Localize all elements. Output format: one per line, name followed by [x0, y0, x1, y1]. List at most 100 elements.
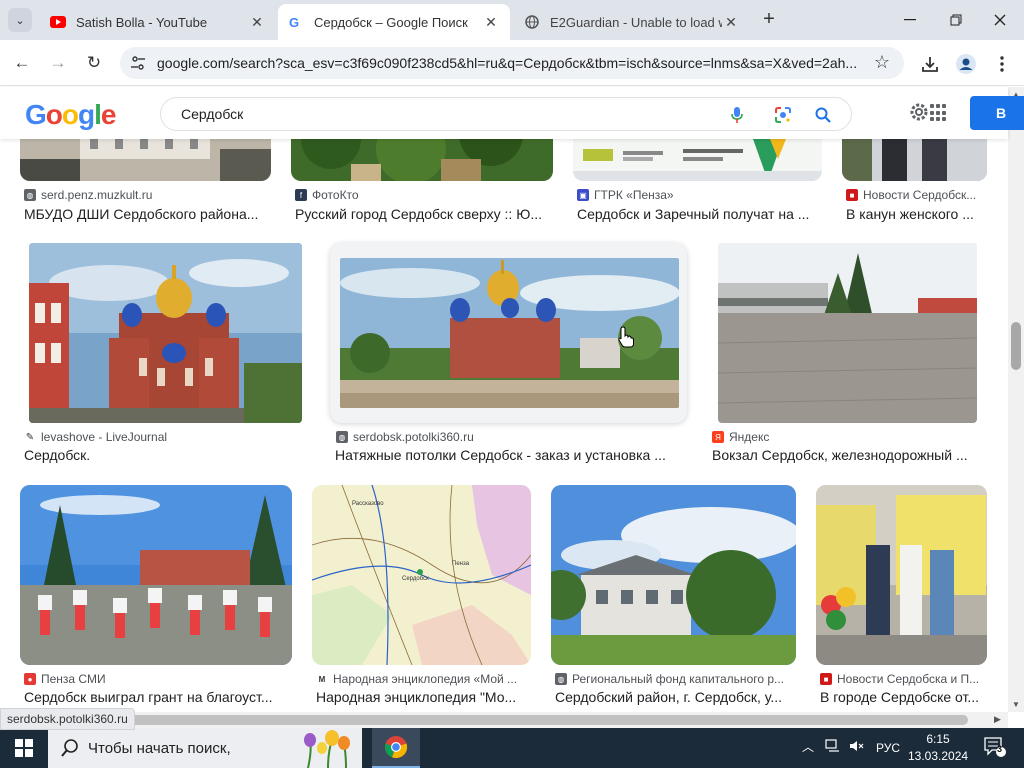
minimize-button[interactable]	[890, 6, 930, 34]
browser-menu-icon[interactable]	[991, 53, 1013, 75]
clock-time: 6:15	[926, 732, 950, 746]
taskbar-clock[interactable]: 6:15 13.03.2024	[908, 731, 968, 765]
svg-text:Сердобск: Сердобск	[402, 576, 429, 582]
tab-youtube[interactable]: Satish Bolla - YouTube ✕	[40, 4, 276, 40]
sign-in-button[interactable]: В	[970, 96, 1024, 130]
notification-center-icon[interactable]: 3	[984, 737, 1006, 760]
search-icon	[60, 738, 80, 758]
forward-button[interactable]: →	[45, 50, 71, 76]
result-title[interactable]: Сердобский район, г. Сердобск, у...	[555, 689, 798, 705]
result-title[interactable]: Вокзал Сердобск, железнодорожный ...	[712, 447, 987, 463]
result-source[interactable]: ■ Новости Сердобск...	[846, 188, 986, 202]
globe-icon: ◍	[24, 189, 36, 201]
google-header: Google Сердобск В	[0, 87, 1024, 139]
settings-gear-icon[interactable]	[908, 101, 930, 123]
encyclopedia-icon: M	[316, 673, 328, 685]
result-image[interactable]	[20, 139, 271, 181]
result-image[interactable]	[29, 243, 302, 423]
tab-search-button[interactable]: ⌄	[8, 8, 32, 32]
restore-button[interactable]	[936, 6, 976, 34]
result-source[interactable]: ✎ levashove - LiveJournal	[24, 430, 304, 444]
result-title[interactable]: В городе Сердобске от...	[820, 689, 985, 705]
news-icon: ■	[846, 189, 858, 201]
result-title[interactable]: В канун женского ...	[846, 206, 986, 222]
result-image[interactable]	[842, 139, 987, 181]
close-tab-icon[interactable]: ✕	[248, 14, 266, 31]
result-source[interactable]: ● Пенза СМИ	[24, 672, 294, 686]
reload-button[interactable]: ↻	[81, 50, 107, 76]
close-window-button[interactable]	[980, 6, 1020, 34]
lens-icon[interactable]	[773, 105, 793, 125]
result-image[interactable]	[551, 485, 796, 665]
browser-toolbar: ← → ↻ google.com/search?sca_esv=c3f69c09…	[0, 40, 1024, 86]
gtrk-icon: ▣	[577, 189, 589, 201]
vertical-scrollbar[interactable]: ▲ ▼	[1008, 87, 1024, 712]
result-source[interactable]: ◍ serd.penz.muzkult.ru	[24, 188, 274, 202]
notification-count: 3	[997, 744, 1003, 754]
tab-title: Сердобск – Google Поиск	[314, 14, 468, 30]
result-title[interactable]: Народная энциклопедия "Мо...	[316, 689, 536, 705]
svg-text:Рассказово: Рассказово	[352, 501, 384, 507]
google-apps-icon[interactable]	[930, 104, 948, 122]
result-image[interactable]	[718, 243, 977, 423]
tray-overflow-chevron-icon[interactable]: ︿	[802, 738, 814, 755]
yandex-icon: Я	[712, 431, 724, 443]
taskbar-search-box[interactable]: Чтобы начать поиск,	[48, 728, 362, 768]
profile-icon[interactable]	[955, 53, 977, 75]
url-text[interactable]: google.com/search?sca_esv=c3f69c090f238c…	[157, 55, 857, 71]
youtube-icon	[50, 14, 66, 30]
bookmark-star-icon[interactable]: ☆	[874, 52, 890, 73]
back-button[interactable]: ←	[9, 50, 35, 76]
search-box[interactable]: Сердобск	[160, 97, 852, 131]
address-bar[interactable]: google.com/search?sca_esv=c3f69c090f238c…	[120, 47, 904, 79]
result-source[interactable]: Я Яндекс	[712, 430, 982, 444]
voice-search-icon[interactable]	[727, 105, 747, 125]
google-icon: G	[288, 14, 304, 30]
status-bubble: serdobsk.potolki360.ru	[0, 708, 135, 730]
result-source[interactable]: ◍ Региональный фонд капитального р...	[555, 672, 798, 686]
result-image[interactable]	[573, 139, 822, 181]
download-icon[interactable]	[919, 53, 941, 75]
search-icon[interactable]	[813, 105, 833, 125]
new-tab-button[interactable]: +	[758, 8, 780, 30]
clock-date: 13.03.2024	[908, 749, 969, 763]
svg-text:G: G	[289, 15, 299, 29]
search-query[interactable]: Сердобск	[181, 106, 243, 122]
news-icon: ■	[820, 673, 832, 685]
close-tab-icon[interactable]: ✕	[482, 14, 500, 31]
volume-muted-icon[interactable]	[849, 739, 865, 756]
result-title[interactable]: Русский город Сердобск сверху :: Ю...	[295, 206, 553, 222]
language-indicator[interactable]: РУС	[876, 741, 900, 755]
tulips-decoration-icon	[304, 730, 350, 768]
horizontal-scrollbar[interactable]: ▶	[0, 712, 1008, 728]
result-source[interactable]: ◍ serdobsk.potolki360.ru	[336, 430, 681, 444]
result-source[interactable]: ■ Новости Сердобска и П...	[820, 672, 985, 686]
network-icon[interactable]	[825, 739, 841, 756]
chrome-taskbar-icon[interactable]	[372, 728, 420, 768]
tab-e2guardian[interactable]: E2Guardian - Unable to load we ✕	[514, 4, 750, 40]
hand-cursor-icon	[618, 326, 634, 348]
tab-title: E2Guardian - Unable to load we	[550, 14, 722, 30]
vertical-scroll-thumb[interactable]	[1011, 322, 1021, 370]
result-image[interactable]	[291, 139, 553, 181]
close-tab-icon[interactable]: ✕	[722, 14, 740, 31]
result-image[interactable]	[816, 485, 987, 665]
penza-smi-icon: ●	[24, 673, 36, 685]
result-title[interactable]: МБУДО ДШИ Сердобского района...	[24, 206, 274, 222]
result-title[interactable]: Натяжные потолки Сердобск - заказ и уста…	[335, 447, 685, 463]
result-source[interactable]: ▣ ГТРК «Пенза»	[577, 188, 822, 202]
result-source[interactable]: f ФотоКто	[295, 188, 550, 202]
windows-taskbar: Чтобы начать поиск, ︿ РУС 6:15 13.03.202…	[0, 728, 1024, 768]
result-title[interactable]: Сердобск выиграл грант на благоуст...	[24, 689, 294, 705]
fotokto-icon: f	[295, 189, 307, 201]
google-logo[interactable]: Google	[25, 99, 116, 131]
windows-start-icon[interactable]	[0, 728, 48, 768]
horizontal-scroll-thumb[interactable]	[120, 715, 968, 725]
result-title[interactable]: Сердобск.	[24, 447, 304, 463]
result-image[interactable]: Рассказово Пенза Сердобск	[312, 485, 531, 665]
result-source[interactable]: M Народная энциклопедия «Мой ...	[316, 672, 536, 686]
tab-google-search[interactable]: G Сердобск – Google Поиск ✕	[278, 4, 510, 40]
result-image[interactable]	[20, 485, 292, 665]
result-title[interactable]: Сердобск и Заречный получат на ...	[577, 206, 822, 222]
site-info-icon[interactable]	[130, 55, 146, 71]
